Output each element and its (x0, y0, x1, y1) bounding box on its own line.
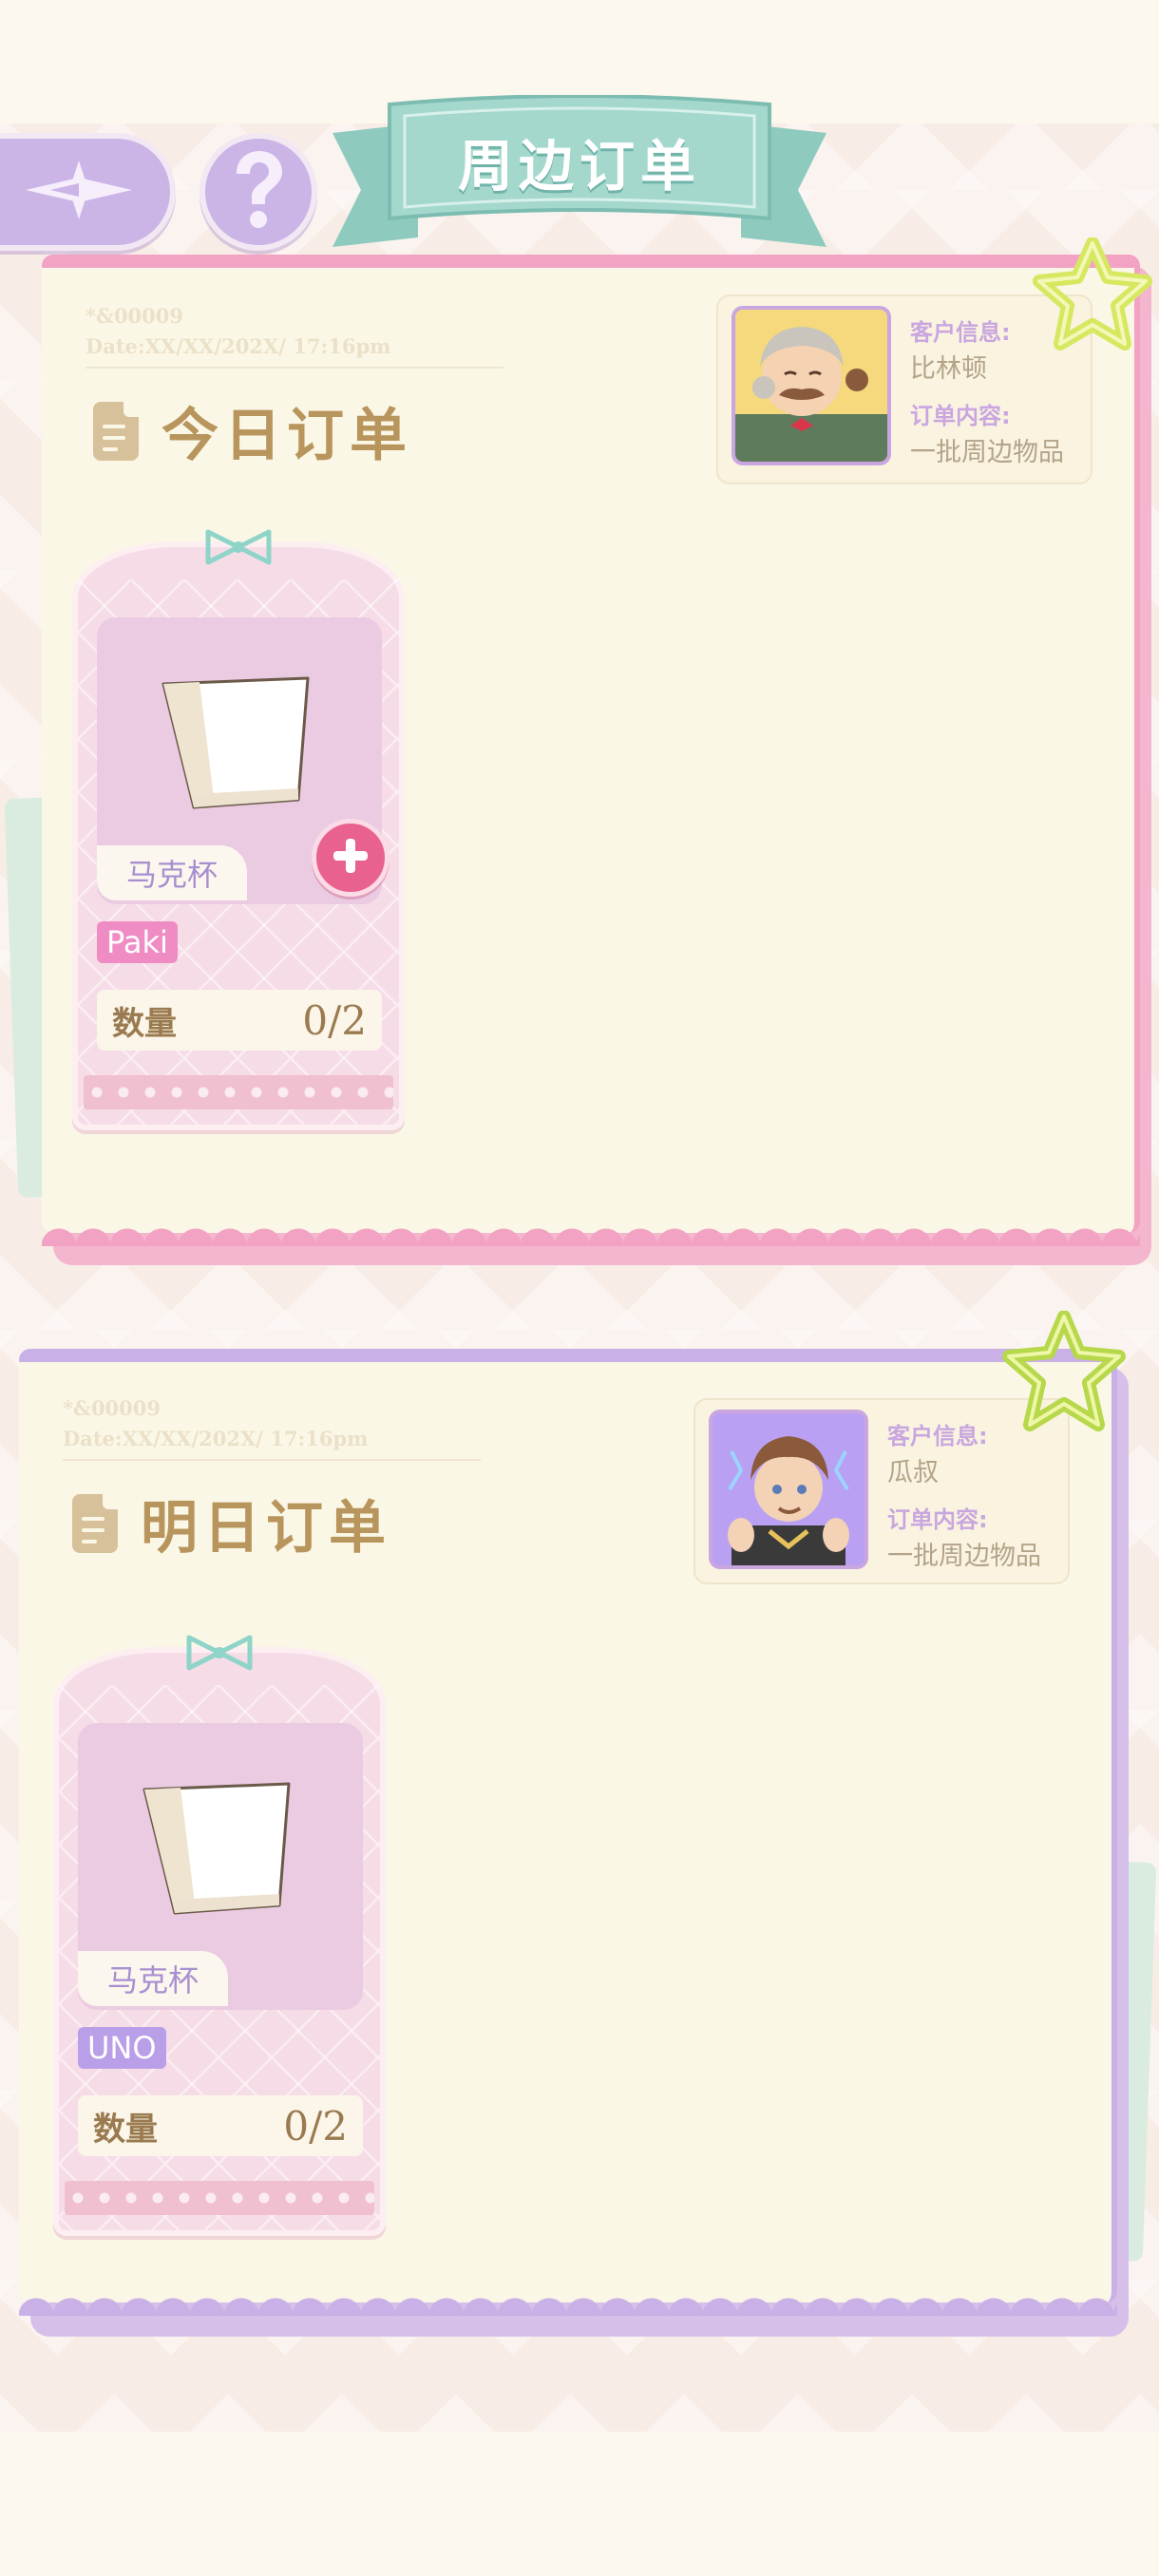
customer-info-label: 客户信息: (887, 1423, 988, 1449)
card-top-scallop (80, 255, 1087, 277)
quantity-row: 数量 0/2 (97, 990, 382, 1051)
order-content-label: 订单内容: (887, 1506, 988, 1533)
bow-icon (200, 524, 276, 578)
title-ribbon: 周边订单 (332, 95, 826, 256)
order-content-label: 订单内容: (910, 403, 1011, 429)
back-button[interactable] (0, 133, 176, 251)
star-icon (1026, 237, 1159, 355)
plus-icon (330, 835, 371, 881)
document-icon (72, 1493, 118, 1553)
card-bottom-scallop (19, 2282, 1117, 2316)
brand-tag: Paki (97, 921, 178, 963)
order-title: 明日订单 (141, 1495, 391, 1562)
card-top-scallop (57, 1349, 1026, 1372)
bottom-lace-band (0, 2413, 1159, 2576)
order-title: 今日订单 (162, 403, 412, 469)
order-content-value: 一批周边物品 (910, 438, 1064, 467)
customer-avatar[interactable] (732, 306, 891, 465)
customer-info-label: 客户信息: (910, 319, 1011, 346)
customer-avatar[interactable] (709, 1410, 868, 1569)
quantity-value: 0/2 (302, 996, 367, 1044)
mug-icon (156, 671, 317, 817)
order-date: Date:XX/XX/202X/ 17:16pm (63, 1427, 369, 1450)
customer-name: 瓜叔 (887, 1458, 939, 1487)
item-card-footer (84, 1075, 393, 1109)
order-serial: *&00009 (63, 1396, 162, 1420)
add-item-button[interactable] (312, 819, 390, 897)
order-date: Date:XX/XX/202X/ 17:16pm (86, 334, 391, 358)
item-card[interactable]: 马克杯 Paki 数量 0/2 (72, 529, 405, 1130)
quantity-row: 数量 0/2 (78, 2095, 363, 2156)
bow-icon (181, 1630, 257, 1683)
question-mark-icon (225, 147, 292, 237)
item-name: 马克杯 (97, 845, 247, 900)
order-content-value: 一批周边物品 (887, 1542, 1041, 1571)
item-card[interactable]: 马克杯 UNO 数量 0/2 (53, 1635, 386, 2236)
page-title: 周边订单 (457, 134, 701, 199)
order-serial: *&00009 (86, 304, 184, 328)
item-name: 马克杯 (78, 1951, 228, 2006)
item-card-footer (65, 2181, 374, 2215)
divider (63, 1459, 481, 1461)
back-arrow-icon (22, 157, 136, 227)
order-heading: 今日订单 (93, 389, 412, 472)
mug-icon (137, 1776, 298, 1923)
quantity-label: 数量 (93, 2110, 158, 2149)
star-icon (998, 1310, 1130, 1438)
card-bottom-scallop (42, 1212, 1140, 1246)
divider (86, 367, 504, 369)
quantity-label: 数量 (112, 1004, 177, 1043)
quantity-value: 0/2 (283, 2102, 348, 2150)
brand-tag: UNO (78, 2027, 166, 2069)
document-icon (93, 401, 139, 461)
help-button[interactable] (200, 133, 317, 251)
customer-name: 比林顿 (910, 354, 987, 384)
order-heading: 明日订单 (72, 1482, 391, 1564)
